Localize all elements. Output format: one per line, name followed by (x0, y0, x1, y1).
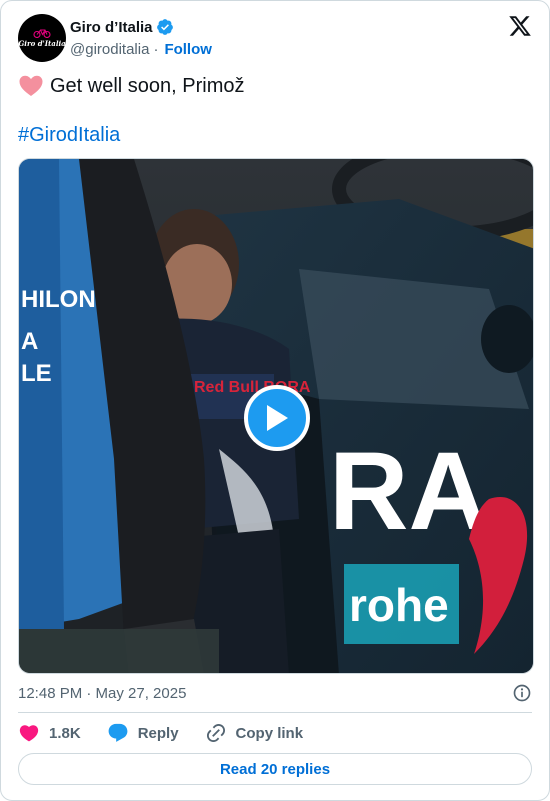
separator-dot: · (153, 40, 159, 58)
verified-badge-icon (156, 19, 173, 35)
post-text-content: Get well soon, Primož (50, 75, 245, 97)
heart-emoji-icon (19, 75, 43, 96)
account-handle[interactable]: @giroditalia (70, 41, 149, 58)
post-timestamp[interactable]: 12:48 PM · May 27, 2025 (18, 685, 186, 702)
svg-text:LE: LE (21, 360, 52, 387)
reply-label: Reply (137, 724, 179, 742)
video-thumbnail[interactable]: RA rohe Red Bull BORA HILON A LE (18, 158, 534, 674)
copy-link-button[interactable]: Copy link (205, 722, 304, 744)
account-name[interactable]: Giro d’Italia (70, 19, 153, 36)
post-text: Get well soon, Primož (18, 73, 245, 99)
heart-icon (19, 725, 39, 742)
car-text-ra: RA (329, 430, 488, 553)
link-icon (206, 723, 225, 743)
action-bar: 1.8K Reply Copy link (18, 721, 329, 745)
copy-link-label: Copy link (235, 724, 304, 742)
avatar[interactable]: Giro d'Italia (18, 14, 66, 62)
embedded-post-card: Giro d'Italia Giro d’Italia @giroditalia… (0, 0, 550, 801)
reply-button[interactable]: Reply (107, 722, 179, 744)
info-icon[interactable] (512, 683, 532, 703)
reply-bubble-icon (108, 723, 128, 742)
like-count: 1.8K (49, 724, 81, 742)
post-header: Giro d'Italia Giro d’Italia @giroditalia… (18, 14, 532, 62)
timestamp-row: 12:48 PM · May 27, 2025 (18, 683, 532, 703)
hashtag-link[interactable]: #GirodItalia (18, 122, 120, 148)
bicycle-logo-icon (33, 29, 51, 38)
account-identity: Giro d’Italia @giroditalia · Follow (70, 17, 212, 59)
read-replies-button[interactable]: Read 20 replies (18, 753, 532, 785)
svg-text:A: A (21, 328, 38, 355)
avatar-logo-text: Giro d'Italia (18, 39, 66, 48)
divider (18, 712, 532, 713)
like-button[interactable]: 1.8K (18, 722, 81, 744)
x-logo-icon[interactable] (508, 14, 532, 38)
jersey-text: HILON (21, 286, 96, 313)
follow-button[interactable]: Follow (164, 41, 212, 58)
play-button[interactable] (244, 385, 310, 451)
play-icon (267, 405, 288, 431)
car-text-rohe: rohe (349, 579, 449, 631)
